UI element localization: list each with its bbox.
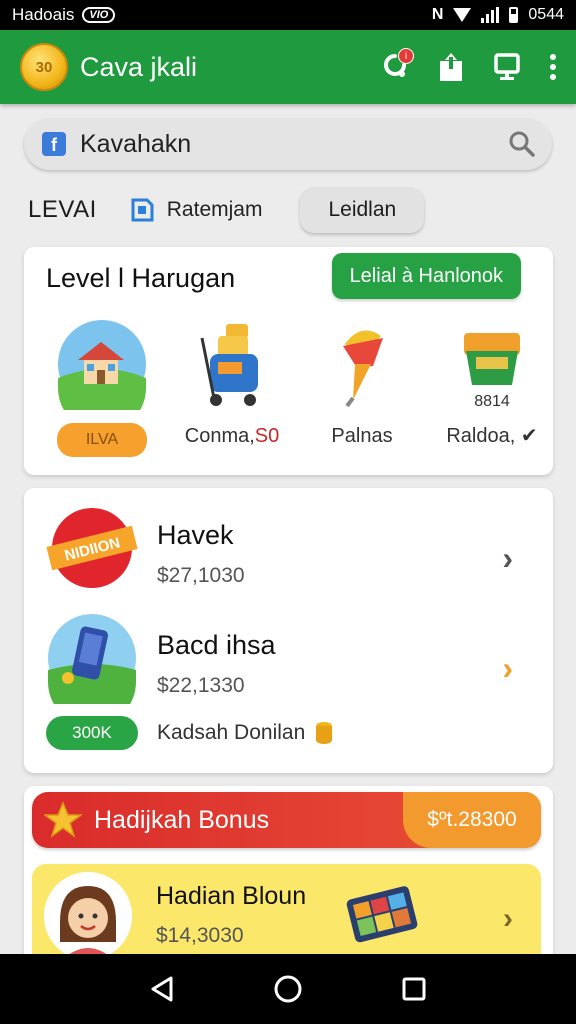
- share-icon: [440, 53, 462, 81]
- check-leaf-icon: ✔: [520, 425, 538, 447]
- status-carrier: Hadoais: [12, 5, 75, 24]
- bonus-title: Hadijkah Bonus: [94, 805, 270, 834]
- system-nav-bar: [0, 954, 576, 1024]
- offer-name: Bacd ihsa: [157, 630, 276, 660]
- offer-price: $22,1330: [157, 674, 245, 697]
- offer-row[interactable]: Bacd ihsa $22,1330 ›: [24, 612, 553, 726]
- home-icon[interactable]: [273, 974, 303, 1004]
- offer-row[interactable]: NIDIION Havek $27,1030 ›: [24, 502, 553, 612]
- status-time: 0544: [528, 6, 564, 23]
- bonus-card: Hadijkah Bonus $ºt.28300 Hadian Bloun $1…: [24, 786, 553, 964]
- offers-amount-chip[interactable]: 300K: [46, 716, 138, 750]
- recents-icon[interactable]: [401, 976, 427, 1002]
- house-icon: [55, 317, 149, 411]
- level-card-title: Level l Harugan: [46, 263, 236, 293]
- app-title: Cava jkali: [80, 51, 198, 82]
- basket-number: 8814: [474, 393, 510, 410]
- search-bar[interactable]: f Kavahakn: [24, 118, 552, 170]
- level-item-label: Conma,S0: [184, 425, 280, 447]
- notifications-button[interactable]: i: [378, 48, 414, 84]
- offers-footer: Kadsah Donilan: [157, 720, 335, 746]
- promo-price: $14,3030: [156, 924, 244, 947]
- search-icon[interactable]: [508, 130, 536, 158]
- level-item-torch[interactable]: Palnas: [297, 317, 427, 467]
- phone-scene-icon: [46, 612, 138, 726]
- tablet-icon: [346, 886, 418, 943]
- nfc-icon: N: [431, 6, 444, 23]
- app-bar: 30 Cava jkali i: [0, 30, 576, 104]
- offer-price: $27,1030: [157, 564, 245, 587]
- search-input[interactable]: Kavahakn: [80, 130, 508, 159]
- level-card: Level l Harugan Lelial à Hanlonok ILVA C…: [24, 247, 553, 475]
- level-item-label: Raldoa, ✔: [446, 425, 538, 447]
- level-item-house[interactable]: ILVA: [37, 317, 167, 467]
- offers-footer-text: Kadsah Donilan: [157, 721, 306, 744]
- coin-stack-icon: [316, 722, 333, 744]
- app-logo-icon[interactable]: 30: [20, 43, 68, 91]
- status-pill: VIO: [82, 7, 116, 23]
- back-icon[interactable]: [149, 975, 175, 1003]
- battery-icon: [509, 7, 519, 23]
- level-item-basket[interactable]: 8814 Raldoa, ✔: [427, 317, 557, 467]
- bonus-amount: $ºt.28300: [403, 792, 541, 848]
- torch-icon: [315, 317, 409, 411]
- share-button[interactable]: [434, 50, 468, 84]
- tab-rank[interactable]: Ratemjam: [129, 197, 263, 223]
- chevron-right-icon[interactable]: ›: [502, 540, 513, 577]
- tab-row: LEVAI Ratemjam Leidlan: [28, 186, 548, 234]
- basket-icon: [445, 317, 539, 395]
- monitor-icon: [494, 53, 520, 80]
- more-menu-button[interactable]: [546, 50, 560, 84]
- level-item-cart[interactable]: Conma,S0: [167, 317, 297, 467]
- tab-level[interactable]: LEVAI: [28, 196, 97, 224]
- avatar: [44, 872, 132, 960]
- cart-icon: [185, 317, 279, 411]
- bonus-banner[interactable]: Hadijkah Bonus $ºt.28300: [32, 792, 541, 848]
- tab-chip[interactable]: Leidlan: [300, 187, 425, 233]
- wifi-icon: [453, 8, 472, 22]
- facebook-icon: f: [42, 132, 66, 156]
- more-vert-icon: [550, 54, 556, 80]
- level-item-label: Palnas: [331, 425, 393, 447]
- signal-icon: [481, 7, 500, 23]
- chevron-right-icon[interactable]: ›: [502, 650, 513, 687]
- offer-name: Havek: [157, 520, 234, 550]
- chevron-right-icon[interactable]: ›: [503, 902, 513, 936]
- tab-rank-label: Ratemjam: [166, 198, 263, 221]
- level-action-button[interactable]: Lelial à Hanlonok: [331, 253, 521, 299]
- notification-badge: i: [398, 48, 414, 64]
- level-chip: ILVA: [57, 423, 147, 457]
- sale-badge-icon: NIDIION: [46, 502, 138, 594]
- status-bar: Hadoais VIO N 0544: [0, 0, 576, 30]
- ranking-icon: [131, 198, 154, 222]
- star-icon: [44, 801, 82, 838]
- offers-card: NIDIION Havek $27,1030 › Bacd ihsa $22,1…: [24, 488, 553, 773]
- device-button[interactable]: [490, 50, 524, 84]
- promo-row[interactable]: Hadian Bloun $14,3030 ›: [32, 864, 541, 964]
- promo-name: Hadian Bloun: [156, 882, 307, 910]
